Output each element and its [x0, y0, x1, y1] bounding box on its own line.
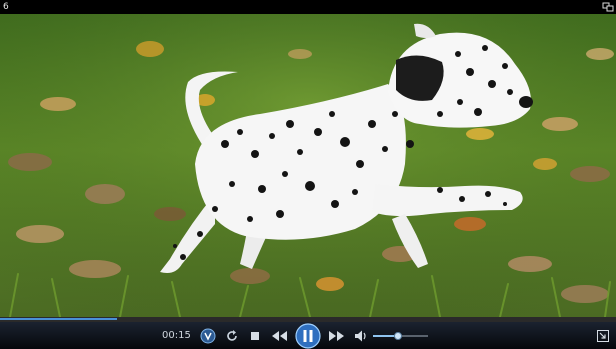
switch-to-library-icon[interactable] — [200, 328, 216, 344]
stop-icon[interactable] — [250, 331, 260, 341]
title-bar: 6 — [0, 0, 616, 14]
window-title: 6 — [3, 2, 9, 12]
volume-icon[interactable] — [354, 329, 368, 343]
exit-fullscreen-icon[interactable] — [597, 330, 609, 342]
media-player-window: 6 00:15 — [0, 0, 616, 349]
restore-window-icon[interactable] — [602, 2, 614, 12]
pause-icon[interactable] — [295, 323, 321, 349]
playback-controls: 00:15 — [0, 322, 616, 349]
previous-icon[interactable] — [270, 329, 288, 343]
current-time: 00:15 — [162, 330, 191, 341]
next-icon[interactable] — [328, 329, 346, 343]
volume-slider[interactable] — [373, 332, 428, 340]
repeat-icon[interactable] — [225, 329, 239, 343]
volume-slider-handle[interactable] — [393, 332, 402, 340]
video-frame[interactable] — [0, 14, 616, 317]
seek-bar-progress — [0, 318, 118, 320]
